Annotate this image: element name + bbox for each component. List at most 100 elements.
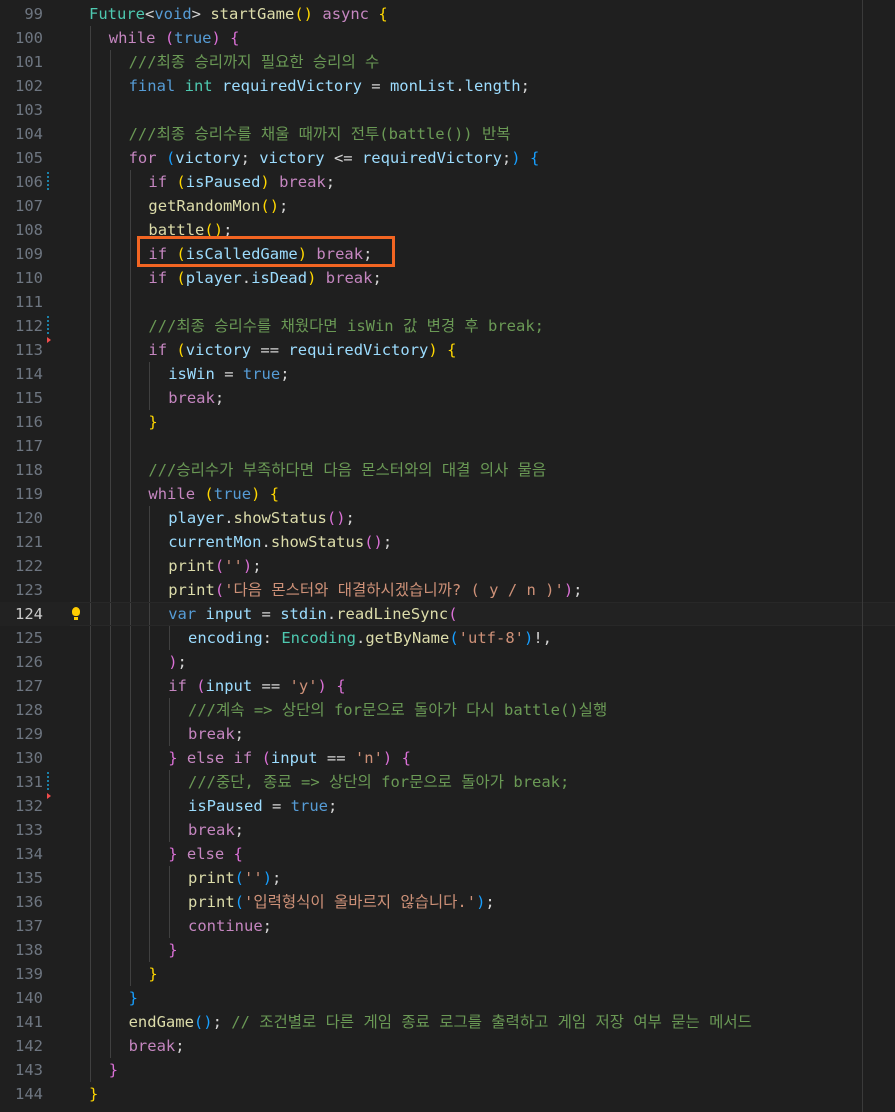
code-token: ; [240,149,260,167]
indent-guide [90,242,91,266]
code-line[interactable]: 126); [0,650,895,674]
code-token: ; [372,269,382,287]
code-line[interactable]: 101 ///최종 승리까지 필요한 승리의 수 [0,50,895,74]
code-token: if [148,341,168,359]
line-number: 102 [15,77,43,95]
code-token: ; [327,797,338,815]
highlight-annotation-box [137,236,395,267]
code-line[interactable]: 118 ///승리수가 부족하다면 다음 몬스터와의 대결 의사 물음 [0,458,895,482]
code-line[interactable]: 116} [0,410,895,434]
code-line[interactable]: 143} [0,1058,895,1082]
code-token: isPaused [188,797,263,815]
code-line[interactable]: 144} [0,1082,895,1106]
code-line[interactable]: 105 for (victory; victory <= requiredVict… [0,146,895,170]
code-token: encoding [188,629,263,647]
code-line[interactable]: 133 break; [0,818,895,842]
code-line[interactable]: 123 print('다음 몬스터와 대결하시겠습니까? ( y / n )'); [0,578,895,602]
code-line[interactable]: 99 Future<void> startGame() async { [0,2,895,26]
deleted-line-gutter-marker[interactable] [47,337,51,343]
code-token: ( [196,677,206,695]
code-line[interactable]: 139} [0,962,895,986]
code-line[interactable]: 122 print(''); [0,554,895,578]
code-token: < [145,5,155,23]
code-line[interactable]: 142 break; [0,1034,895,1058]
line-number: 120 [15,509,43,527]
line-number: 127 [15,677,43,695]
code-line[interactable]: 111 [0,290,895,314]
code-text: while (true) { [109,26,240,50]
code-line[interactable]: 108 battle(); [0,218,895,242]
code-token: currentMon [168,533,262,551]
code-line[interactable]: 128 ///계속 => 상단의 for문으로 돌아가 다시 battle()실행 [0,698,895,722]
code-line[interactable]: 124 var input = stdin.readLineSync( [0,602,895,626]
indent-guide [90,50,91,74]
vertical-scrollbar-track[interactable] [862,0,863,1112]
deleted-line-gutter-marker[interactable] [47,793,51,799]
code-line[interactable]: 141 endGame(); // 조건별로 다른 게임 종료 로그를 출력하고 … [0,1010,895,1034]
code-line[interactable]: 102 final int requiredVictory = monList.l… [0,74,895,98]
code-line[interactable]: 130} else if (input == 'n') { [0,746,895,770]
code-token: ; [262,917,272,935]
code-line[interactable]: 114 isWin = true; [0,362,895,386]
code-line[interactable]: 127 if (input == 'y') { [0,674,895,698]
code-token: ) [524,629,534,647]
code-line[interactable]: 125 encoding: Encoding.getByName('utf-8')… [0,626,895,650]
code-text: isPaused = true; [188,794,337,818]
code-line[interactable]: 129 break; [0,722,895,746]
line-number: 110 [15,269,43,287]
indent-guide [109,866,111,890]
code-line[interactable]: 137 continue; [0,914,895,938]
code-line[interactable]: 115 break; [0,386,895,410]
line-number: 122 [15,557,43,575]
code-text: } [89,1082,98,1106]
code-line[interactable]: 132 isPaused = true; [0,793,895,818]
code-line[interactable]: 117 [0,434,895,458]
modified-line-gutter-marker[interactable] [47,172,49,192]
code-line[interactable]: 140} [0,986,895,1010]
code-editor[interactable]: 99 Future<void> startGame() async {100 whi… [0,0,895,1112]
code-line[interactable]: 121 currentMon.showStatus(); [0,530,895,554]
code-token: requiredVictory [361,149,502,167]
indent-guide [109,746,111,770]
code-token: . [455,77,465,95]
line-number: 99 [24,5,43,23]
code-line[interactable]: 112 ///최종 승리수를 채웠다면 isWin 값 변경 후 break; [0,314,895,338]
code-line[interactable]: 100 while (true) { [0,26,895,50]
code-text: if (player.isDead) break; [148,266,381,290]
code-token: if [168,677,187,695]
indent-guide [129,482,131,506]
code-line[interactable]: 106 if (isPaused) break; [0,170,895,194]
code-line[interactable]: 110 if (player.isDead) break; [0,266,895,290]
code-line[interactable]: 119 while (true) { [0,482,895,506]
indent-guide [169,722,171,746]
code-line[interactable]: 135 print(''); [0,866,895,890]
indent-guide [149,938,151,962]
code-line[interactable]: 134} else { [0,842,895,866]
line-number: 142 [15,1037,43,1055]
modified-line-gutter-marker[interactable] [47,316,49,336]
indent-guide [109,818,111,842]
code-line[interactable]: 103 [0,98,895,122]
code-line[interactable]: 104 ///최종 승리수를 채울 때까지 전투(battle()) 반복 [0,122,895,146]
indent-guide [109,770,111,794]
code-line[interactable]: 136 print('입력형식이 올바르지 않습니다.'); [0,890,895,914]
line-number: 105 [15,149,43,167]
indent-guide [149,722,151,746]
line-number: 107 [15,197,43,215]
line-number: 101 [15,53,43,71]
code-line[interactable]: 113 if (victory == requiredVictory) { [0,337,895,362]
code-line[interactable]: 109 if (isCalledGame) break; [0,242,895,266]
code-line[interactable]: 107 getRandomMon(); [0,194,895,218]
line-number: 123 [15,581,43,599]
modified-line-gutter-marker[interactable] [47,772,49,792]
code-line[interactable]: 138} [0,938,895,962]
indent-guide [90,770,91,794]
code-line[interactable]: 120 player.showStatus(); [0,506,895,530]
lightbulb-icon[interactable] [71,607,81,621]
code-line[interactable]: 131 ///중단, 종료 => 상단의 for문으로 돌아가 break; [0,770,895,794]
